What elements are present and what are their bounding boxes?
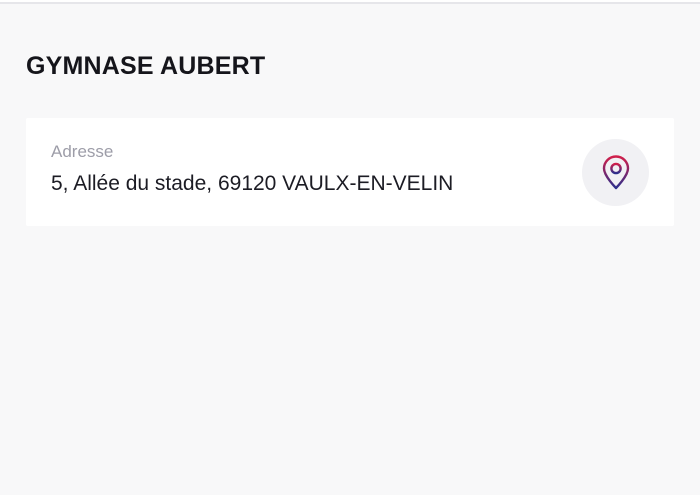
page-title: GYMNASE AUBERT — [26, 52, 266, 80]
address-card: Adresse 5, Allée du stade, 69120 VAULX-E… — [26, 118, 674, 226]
map-pin-icon — [602, 154, 629, 189]
address-label: Adresse — [51, 142, 114, 161]
open-map-button[interactable] — [582, 139, 649, 206]
address-value: 5, Allée du stade, 69120 VAULX-EN-VELIN — [51, 172, 454, 195]
top-divider — [0, 0, 700, 4]
